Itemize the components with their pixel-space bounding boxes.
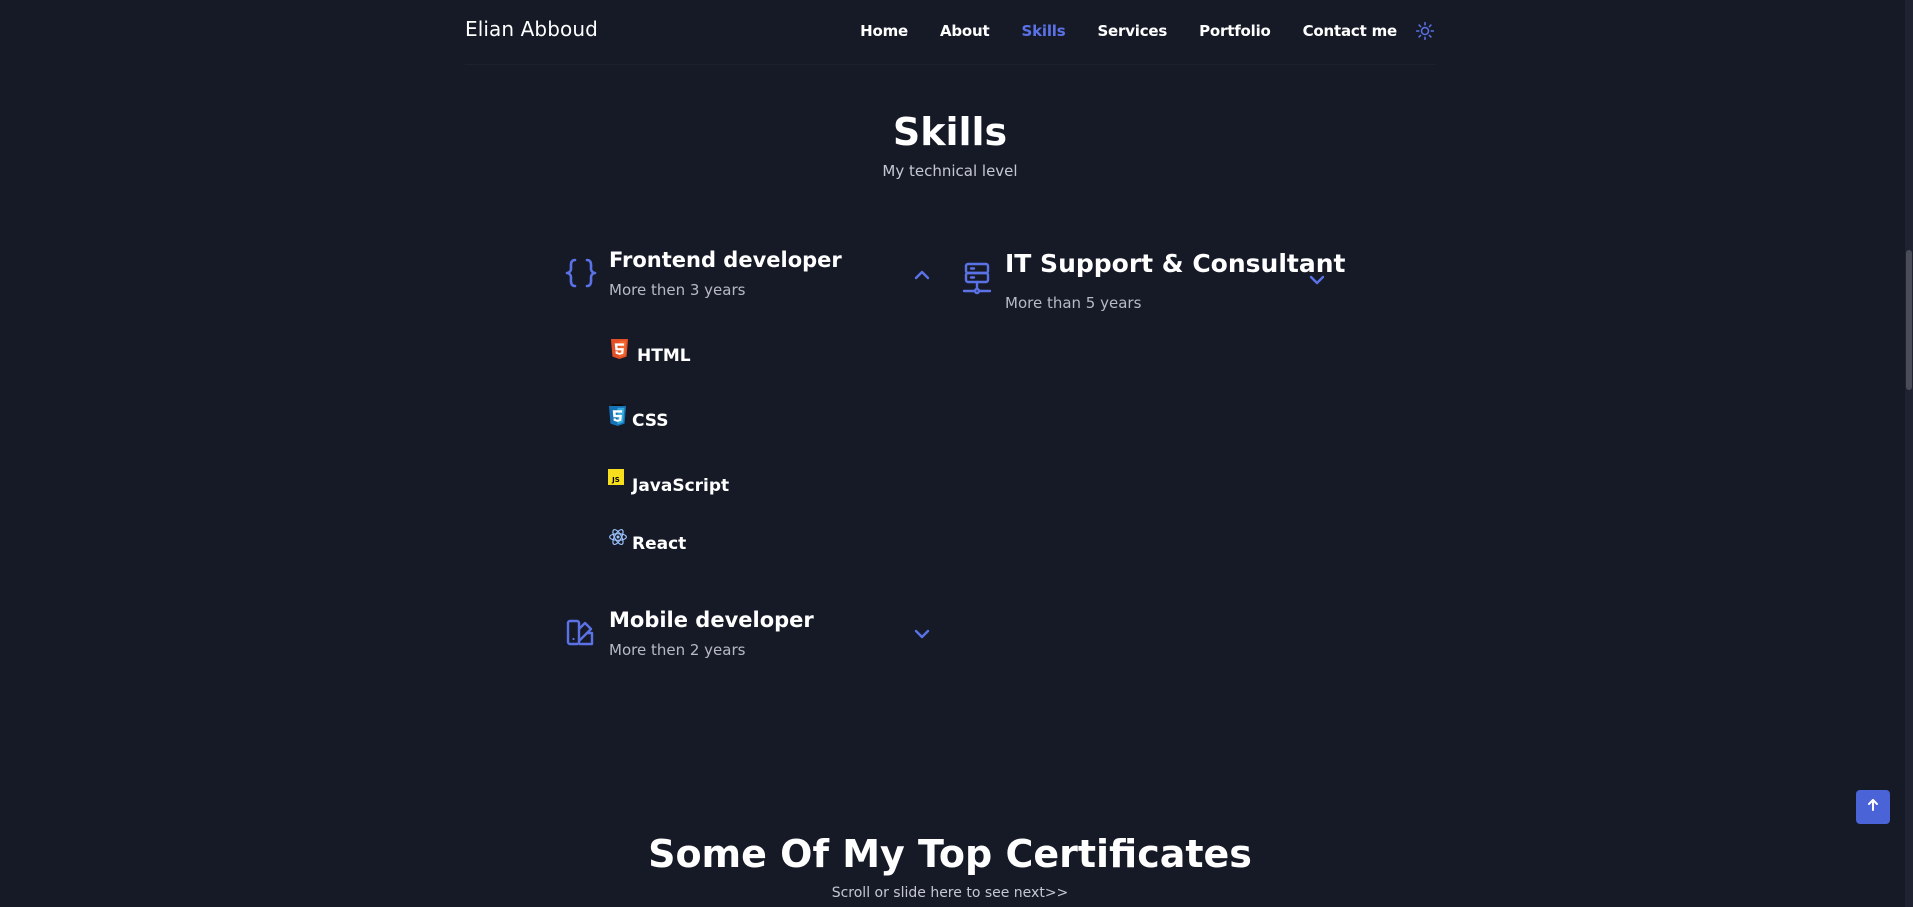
skill-item-css: CSS: [608, 404, 669, 432]
skill-name-css: CSS: [632, 411, 669, 431]
skill-item-html: HTML: [610, 339, 691, 367]
nav-about[interactable]: About: [940, 22, 990, 40]
nav-services[interactable]: Services: [1097, 22, 1167, 40]
chevron-down-icon[interactable]: [1307, 270, 1327, 290]
skill-item-javascript: JS JavaScript: [608, 469, 730, 497]
react-icon: [608, 527, 628, 549]
certificates-title: Some Of My Top Certificates: [648, 832, 1252, 876]
skill-name-react: React: [632, 534, 687, 554]
scrollbar-thumb[interactable]: [1906, 250, 1912, 390]
skill-name-html: HTML: [637, 346, 691, 366]
skill-item-react: React: [608, 529, 687, 555]
logo[interactable]: Elian Abboud: [465, 17, 598, 41]
braces-icon: [564, 256, 598, 290]
group-title-frontend[interactable]: Frontend developer: [609, 248, 842, 272]
group-subtitle-it-support: More than 5 years: [1005, 294, 1142, 312]
chevron-down-icon[interactable]: [912, 624, 932, 644]
server-network-icon: [962, 262, 996, 296]
nav-contact[interactable]: Contact me: [1303, 22, 1398, 40]
header: Elian Abboud Home About Skills Services …: [465, 0, 1435, 65]
scrollbar-track[interactable]: [1905, 0, 1913, 907]
group-title-mobile[interactable]: Mobile developer: [609, 608, 814, 632]
certificates-subtitle: Scroll or slide here to see next>>: [831, 885, 1069, 901]
group-subtitle-frontend: More then 3 years: [609, 281, 746, 299]
html5-icon: [610, 339, 630, 361]
page: Elian Abboud Home About Skills Services …: [0, 0, 1913, 907]
scroll-top-button[interactable]: [1856, 790, 1890, 824]
chevron-up-icon[interactable]: [912, 265, 932, 285]
skill-name-javascript: JavaScript: [632, 476, 730, 496]
main-nav: Home About Skills Services Portfolio Con…: [828, 21, 1435, 41]
nav-home[interactable]: Home: [860, 22, 908, 40]
nav-skills[interactable]: Skills: [1022, 22, 1066, 40]
group-subtitle-mobile: More then 2 years: [609, 641, 746, 659]
css3-icon: [608, 404, 628, 426]
section-title: Skills: [892, 110, 1008, 154]
mobile-palette-icon: [566, 618, 600, 652]
sun-icon[interactable]: [1415, 21, 1435, 41]
nav-portfolio[interactable]: Portfolio: [1199, 22, 1271, 40]
group-title-it-support[interactable]: IT Support & Consultant: [1005, 249, 1345, 278]
javascript-icon: JS: [608, 469, 628, 491]
svg-text:JS: JS: [611, 476, 620, 484]
arrow-up-icon: [1865, 797, 1881, 817]
section-subtitle: My technical level: [882, 162, 1018, 180]
